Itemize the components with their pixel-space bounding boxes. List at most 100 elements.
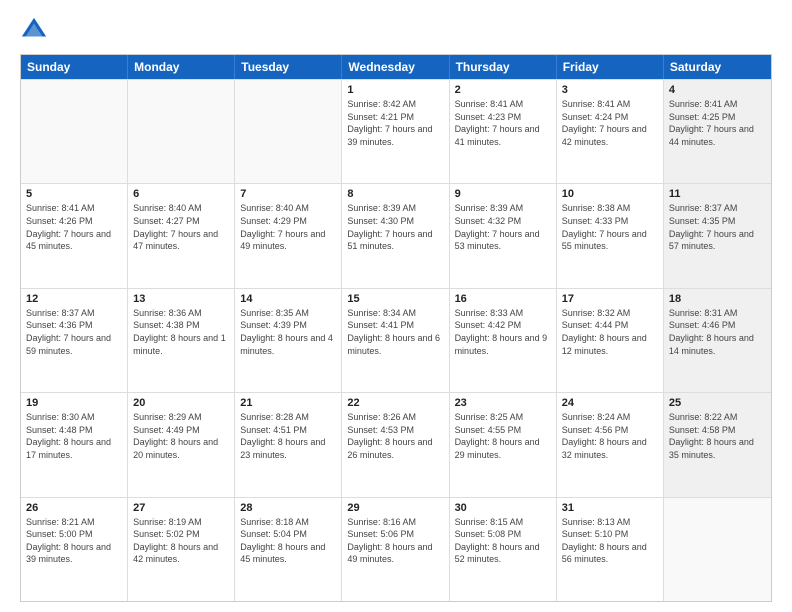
calendar-cell-18: 18Sunrise: 8:31 AM Sunset: 4:46 PM Dayli… bbox=[664, 289, 771, 392]
day-info: Sunrise: 8:29 AM Sunset: 4:49 PM Dayligh… bbox=[133, 411, 229, 461]
day-number: 27 bbox=[133, 502, 229, 514]
day-info: Sunrise: 8:38 AM Sunset: 4:33 PM Dayligh… bbox=[562, 202, 658, 252]
day-number: 11 bbox=[669, 188, 766, 200]
day-info: Sunrise: 8:37 AM Sunset: 4:35 PM Dayligh… bbox=[669, 202, 766, 252]
header bbox=[20, 16, 772, 44]
calendar-cell-30: 30 Sunrise: 8:15 AM Sunset: 5:08 PM Dayli… bbox=[450, 498, 557, 601]
day-info: Sunrise: 8:18 AM Sunset: 5:04 PM Dayligh… bbox=[240, 516, 336, 566]
calendar-cell-10: 10 Sunrise: 8:38 AM Sunset: 4:33 PM Dayli… bbox=[557, 184, 664, 287]
calendar-cell-5: 5 Sunrise: 8:41 AM Sunset: 4:26 PM Daylig… bbox=[21, 184, 128, 287]
day-info: Sunrise: 8:40 AM Sunset: 4:29 PM Dayligh… bbox=[240, 202, 336, 252]
calendar-cell-16: 16 Sunrise: 8:33 AM Sunset: 4:42 PM Dayli… bbox=[450, 289, 557, 392]
calendar-cell-6: 6Sunrise: 8:40 AM Sunset: 4:27 PM Daylig… bbox=[128, 184, 235, 287]
day-info: Sunrise: 8:30 AM Sunset: 4:48 PM Dayligh… bbox=[26, 411, 122, 461]
calendar-cell-26: 26 Sunrise: 8:21 AM Sunset: 5:00 PM Dayli… bbox=[21, 498, 128, 601]
day-info: Sunrise: 8:31 AM Sunset: 4:46 PM Dayligh… bbox=[669, 307, 766, 357]
day-number: 4 bbox=[669, 84, 766, 96]
header-cell-wednesday: Wednesday bbox=[342, 55, 449, 79]
calendar-cell-8: 8 Sunrise: 8:39 AM Sunset: 4:30 PM Daylig… bbox=[342, 184, 449, 287]
calendar-cell-19: 19 Sunrise: 8:30 AM Sunset: 4:48 PM Dayli… bbox=[21, 393, 128, 496]
day-info: Sunrise: 8:39 AM Sunset: 4:30 PM Dayligh… bbox=[347, 202, 443, 252]
header-cell-monday: Monday bbox=[128, 55, 235, 79]
day-number: 17 bbox=[562, 293, 658, 305]
day-number: 21 bbox=[240, 397, 336, 409]
calendar-cell-23: 23Sunrise: 8:25 AM Sunset: 4:55 PM Dayli… bbox=[450, 393, 557, 496]
day-info: Sunrise: 8:33 AM Sunset: 4:42 PM Dayligh… bbox=[455, 307, 551, 357]
calendar-cell-empty bbox=[128, 80, 235, 183]
day-info: Sunrise: 8:26 AM Sunset: 4:53 PM Dayligh… bbox=[347, 411, 443, 461]
day-info: Sunrise: 8:13 AM Sunset: 5:10 PM Dayligh… bbox=[562, 516, 658, 566]
calendar-cell-empty bbox=[21, 80, 128, 183]
day-number: 26 bbox=[26, 502, 122, 514]
calendar-cell-21: 21 Sunrise: 8:28 AM Sunset: 4:51 PM Dayli… bbox=[235, 393, 342, 496]
day-number: 31 bbox=[562, 502, 658, 514]
day-info: Sunrise: 8:41 AM Sunset: 4:25 PM Dayligh… bbox=[669, 98, 766, 148]
day-info: Sunrise: 8:28 AM Sunset: 4:51 PM Dayligh… bbox=[240, 411, 336, 461]
day-number: 30 bbox=[455, 502, 551, 514]
calendar-cell-25: 25Sunrise: 8:22 AM Sunset: 4:58 PM Dayli… bbox=[664, 393, 771, 496]
calendar-header-row: SundayMondayTuesdayWednesdayThursdayFrid… bbox=[21, 55, 771, 79]
day-number: 13 bbox=[133, 293, 229, 305]
day-number: 16 bbox=[455, 293, 551, 305]
day-number: 20 bbox=[133, 397, 229, 409]
calendar-cell-22: 22 Sunrise: 8:26 AM Sunset: 4:53 PM Dayli… bbox=[342, 393, 449, 496]
day-number: 14 bbox=[240, 293, 336, 305]
day-number: 10 bbox=[562, 188, 658, 200]
header-cell-sunday: Sunday bbox=[21, 55, 128, 79]
calendar-cell-28: 28 Sunrise: 8:18 AM Sunset: 5:04 PM Dayli… bbox=[235, 498, 342, 601]
calendar-cell-14: 14Sunrise: 8:35 AM Sunset: 4:39 PM Dayli… bbox=[235, 289, 342, 392]
calendar-cell-17: 17 Sunrise: 8:32 AM Sunset: 4:44 PM Dayli… bbox=[557, 289, 664, 392]
logo bbox=[20, 16, 52, 44]
day-number: 22 bbox=[347, 397, 443, 409]
day-info: Sunrise: 8:24 AM Sunset: 4:56 PM Dayligh… bbox=[562, 411, 658, 461]
calendar-cell-27: 27 Sunrise: 8:19 AM Sunset: 5:02 PM Dayli… bbox=[128, 498, 235, 601]
calendar-cell-empty bbox=[235, 80, 342, 183]
calendar-cell-20: 20 Sunrise: 8:29 AM Sunset: 4:49 PM Dayli… bbox=[128, 393, 235, 496]
day-info: Sunrise: 8:41 AM Sunset: 4:23 PM Dayligh… bbox=[455, 98, 551, 148]
day-number: 8 bbox=[347, 188, 443, 200]
day-number: 24 bbox=[562, 397, 658, 409]
calendar-week-1: 5 Sunrise: 8:41 AM Sunset: 4:26 PM Daylig… bbox=[21, 183, 771, 287]
calendar-cell-11: 11 Sunrise: 8:37 AM Sunset: 4:35 PM Dayli… bbox=[664, 184, 771, 287]
calendar-week-4: 26 Sunrise: 8:21 AM Sunset: 5:00 PM Dayli… bbox=[21, 497, 771, 601]
calendar-cell-31: 31 Sunrise: 8:13 AM Sunset: 5:10 PM Dayli… bbox=[557, 498, 664, 601]
day-info: Sunrise: 8:34 AM Sunset: 4:41 PM Dayligh… bbox=[347, 307, 443, 357]
day-info: Sunrise: 8:22 AM Sunset: 4:58 PM Dayligh… bbox=[669, 411, 766, 461]
calendar-week-0: 1 Sunrise: 8:42 AM Sunset: 4:21 PM Daylig… bbox=[21, 79, 771, 183]
day-info: Sunrise: 8:19 AM Sunset: 5:02 PM Dayligh… bbox=[133, 516, 229, 566]
header-cell-thursday: Thursday bbox=[450, 55, 557, 79]
calendar-cell-12: 12 Sunrise: 8:37 AM Sunset: 4:36 PM Dayli… bbox=[21, 289, 128, 392]
day-info: Sunrise: 8:32 AM Sunset: 4:44 PM Dayligh… bbox=[562, 307, 658, 357]
calendar-cell-empty bbox=[664, 498, 771, 601]
day-info: Sunrise: 8:21 AM Sunset: 5:00 PM Dayligh… bbox=[26, 516, 122, 566]
page: SundayMondayTuesdayWednesdayThursdayFrid… bbox=[0, 0, 792, 612]
day-number: 19 bbox=[26, 397, 122, 409]
calendar-cell-29: 29Sunrise: 8:16 AM Sunset: 5:06 PM Dayli… bbox=[342, 498, 449, 601]
day-number: 12 bbox=[26, 293, 122, 305]
calendar-week-3: 19 Sunrise: 8:30 AM Sunset: 4:48 PM Dayli… bbox=[21, 392, 771, 496]
day-info: Sunrise: 8:42 AM Sunset: 4:21 PM Dayligh… bbox=[347, 98, 443, 148]
day-number: 28 bbox=[240, 502, 336, 514]
day-info: Sunrise: 8:15 AM Sunset: 5:08 PM Dayligh… bbox=[455, 516, 551, 566]
day-number: 9 bbox=[455, 188, 551, 200]
calendar-cell-9: 9 Sunrise: 8:39 AM Sunset: 4:32 PM Daylig… bbox=[450, 184, 557, 287]
day-number: 5 bbox=[26, 188, 122, 200]
header-cell-saturday: Saturday bbox=[664, 55, 771, 79]
calendar-cell-7: 7Sunrise: 8:40 AM Sunset: 4:29 PM Daylig… bbox=[235, 184, 342, 287]
calendar: SundayMondayTuesdayWednesdayThursdayFrid… bbox=[20, 54, 772, 602]
day-info: Sunrise: 8:39 AM Sunset: 4:32 PM Dayligh… bbox=[455, 202, 551, 252]
calendar-body: 1 Sunrise: 8:42 AM Sunset: 4:21 PM Daylig… bbox=[21, 79, 771, 601]
day-info: Sunrise: 8:40 AM Sunset: 4:27 PM Dayligh… bbox=[133, 202, 229, 252]
header-cell-friday: Friday bbox=[557, 55, 664, 79]
day-info: Sunrise: 8:41 AM Sunset: 4:26 PM Dayligh… bbox=[26, 202, 122, 252]
logo-icon bbox=[20, 16, 48, 44]
day-info: Sunrise: 8:36 AM Sunset: 4:38 PM Dayligh… bbox=[133, 307, 229, 357]
day-number: 1 bbox=[347, 84, 443, 96]
calendar-cell-13: 13 Sunrise: 8:36 AM Sunset: 4:38 PM Dayli… bbox=[128, 289, 235, 392]
calendar-cell-2: 2 Sunrise: 8:41 AM Sunset: 4:23 PM Daylig… bbox=[450, 80, 557, 183]
calendar-cell-4: 4 Sunrise: 8:41 AM Sunset: 4:25 PM Daylig… bbox=[664, 80, 771, 183]
header-cell-tuesday: Tuesday bbox=[235, 55, 342, 79]
day-number: 2 bbox=[455, 84, 551, 96]
day-info: Sunrise: 8:37 AM Sunset: 4:36 PM Dayligh… bbox=[26, 307, 122, 357]
calendar-cell-15: 15Sunrise: 8:34 AM Sunset: 4:41 PM Dayli… bbox=[342, 289, 449, 392]
